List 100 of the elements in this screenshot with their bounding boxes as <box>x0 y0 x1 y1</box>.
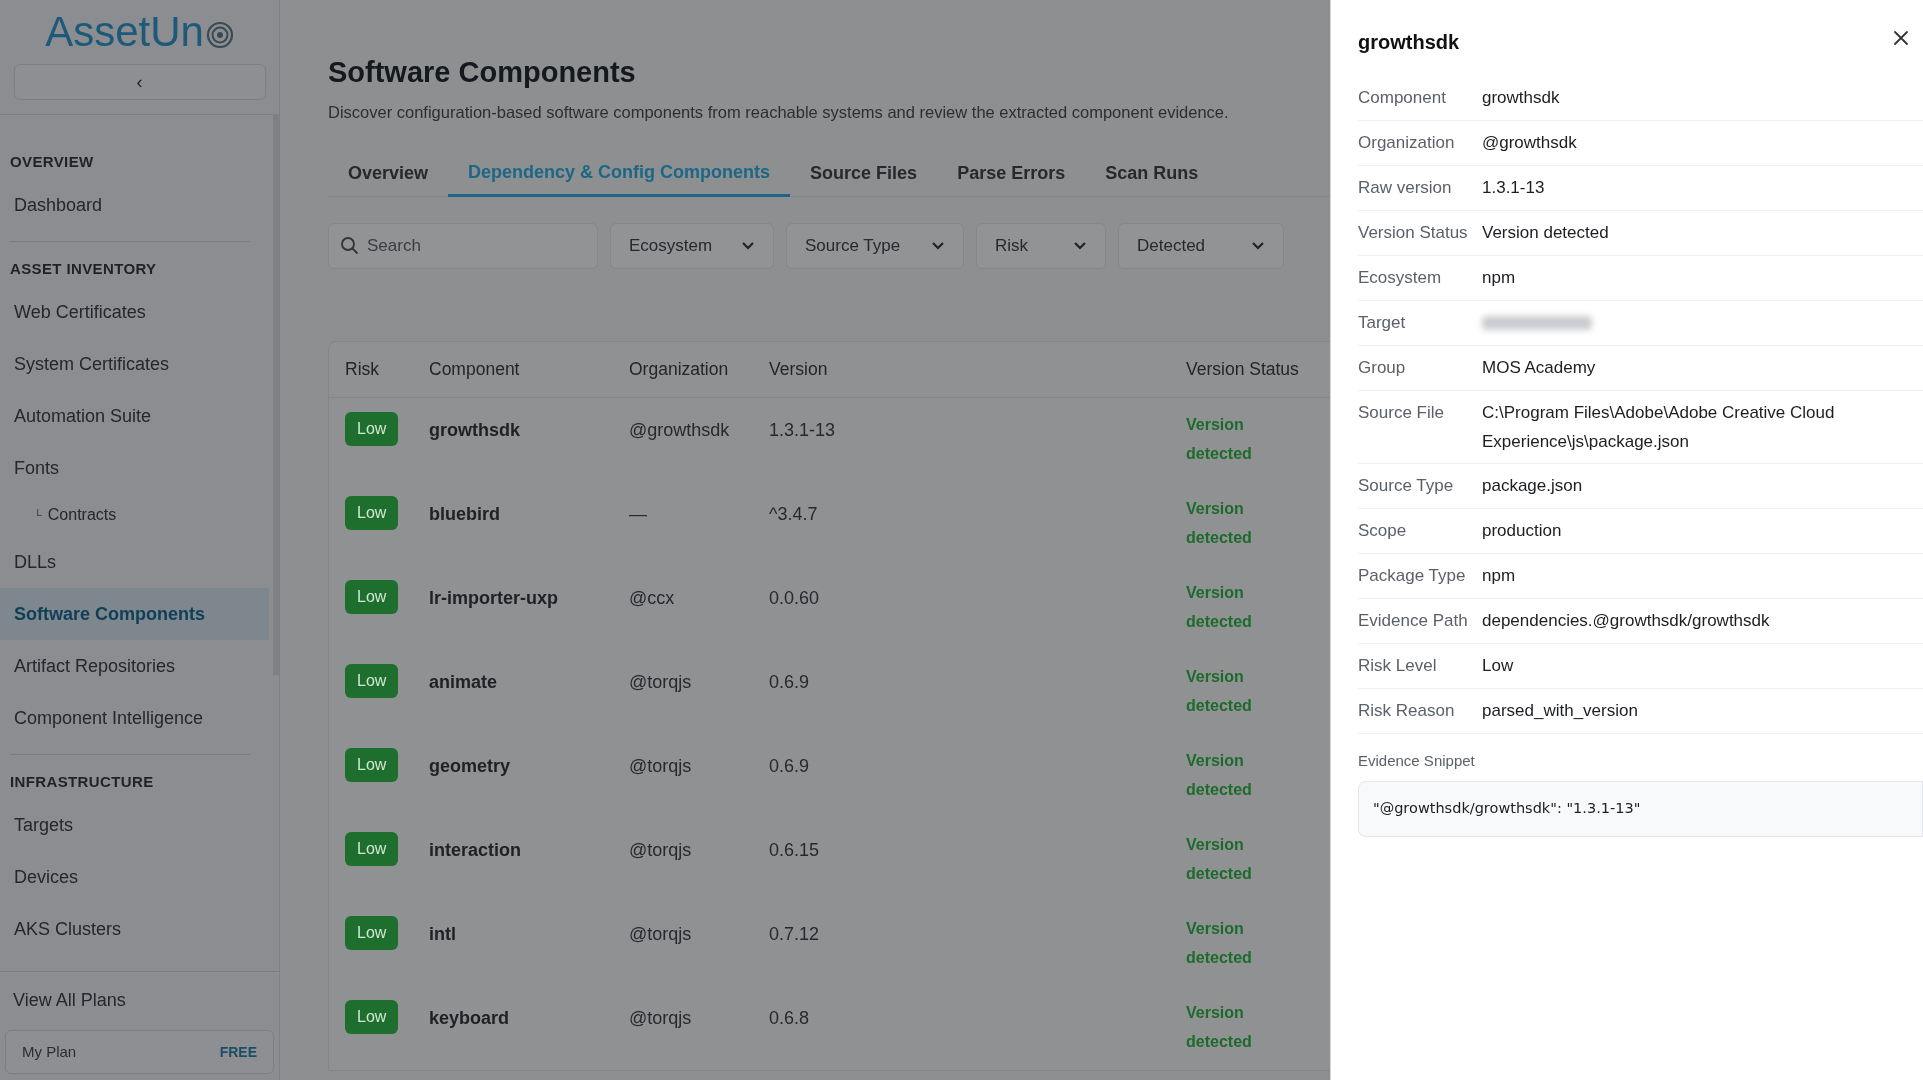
table-cell-text: 0.7.12 <box>769 922 820 946</box>
page-subtitle: Discover configuration-based software components from reachable systems and review the extracted component evidence. <box>328 102 1230 123</box>
field-value: 1.3.1-13 <box>1482 177 1546 199</box>
risk-badge: Low <box>345 915 399 950</box>
field-value: npm <box>1482 267 1517 289</box>
logo-text: AssetUn <box>45 8 204 56</box>
sidebar-item[interactable]: Artifact Repositories <box>0 640 269 692</box>
field-value: parsed_with_version <box>1482 700 1639 722</box>
field-label: Package Type <box>1358 565 1467 587</box>
risk-badge: Low <box>345 999 399 1034</box>
risk-badge: Low <box>345 495 399 530</box>
field-label: Group <box>1358 357 1407 379</box>
plans-link[interactable]: View All Plans <box>5 978 274 1022</box>
field-label: Evidence Path <box>1358 610 1469 632</box>
sidebar-item[interactable]: DLLs <box>0 536 269 588</box>
table-cell-text: 0.6.15 <box>769 838 820 862</box>
search-icon <box>340 235 358 254</box>
sidebar-item[interactable]: Contracts <box>47 503 117 527</box>
risk-badge: Low <box>345 663 399 698</box>
table-cell-text: 0.6.9 <box>769 754 810 778</box>
table-cell-text: 1.3.1-13 <box>769 418 836 442</box>
table-cell-text: interaction <box>429 838 521 862</box>
table-cell-text: @growthsdk <box>629 418 730 442</box>
section-heading: ASSET INVENTORY <box>9 258 158 279</box>
field-value: Low <box>1482 655 1515 677</box>
field-label: Organization <box>1358 132 1456 154</box>
section-heading: OVERVIEW <box>9 151 95 172</box>
sidebar-item[interactable]: Automation Suite <box>0 390 269 442</box>
field-value: growthsdk <box>1482 87 1561 109</box>
field-label: Source Type <box>1358 475 1455 497</box>
table-cell-text: 0.0.60 <box>769 586 820 610</box>
column-header: Organization <box>629 358 730 382</box>
plan-label: My Plan <box>22 1041 77 1062</box>
drawer-title: growthsdk <box>1358 30 1460 55</box>
section-heading: INFRASTRUCTURE <box>9 771 155 792</box>
column-header: Component <box>429 358 521 382</box>
tab[interactable]: Parse Errors <box>937 150 1086 197</box>
sidebar-item[interactable]: Software Components <box>0 588 269 640</box>
sidebar-item[interactable]: Web Certificates <box>0 286 269 338</box>
status-text: Version detected <box>1186 666 1253 716</box>
field-label: Source File <box>1358 402 1445 424</box>
field-label: Component <box>1358 87 1447 109</box>
search-field[interactable]: Search <box>328 222 598 269</box>
sidebar-item[interactable]: Fonts <box>0 442 269 494</box>
table-cell-text: @torqjs <box>629 670 692 694</box>
tab[interactable]: Overview <box>328 150 449 197</box>
field-value: C:\Program Files\Adobe\Adobe Creative Cloud Experience\js\package.json <box>1482 402 1836 453</box>
field-label: Ecosystem <box>1358 267 1443 289</box>
code-snippet: "@growthsdk/growthsdk": "1.3.1-13" <box>1358 780 1923 837</box>
tab[interactable]: Scan Runs <box>1085 150 1219 197</box>
field-value: production <box>1482 520 1563 542</box>
field-value: Version detected <box>1482 222 1610 244</box>
filter-dropdown[interactable]: Source Type <box>786 222 964 269</box>
filter-dropdown[interactable]: Risk <box>976 222 1106 269</box>
snippet-label: Evidence Snippet <box>1358 751 1476 771</box>
collapse-button[interactable]: ‹ <box>13 64 266 100</box>
tab[interactable]: Source Files <box>790 150 938 197</box>
field-value: @growthsdk <box>1482 132 1578 154</box>
page-title: Software Components <box>328 55 637 90</box>
field-label: Risk Level <box>1358 655 1438 677</box>
status-text: Version detected <box>1186 1002 1253 1052</box>
table-cell-text: @torqjs <box>629 754 692 778</box>
risk-badge: Low <box>345 831 399 866</box>
risk-badge: Low <box>345 747 399 782</box>
table-cell-text: bluebird <box>429 502 500 526</box>
status-text: Version detected <box>1186 582 1253 632</box>
logo-icon <box>205 21 234 49</box>
table-cell-text: @torqjs <box>629 838 692 862</box>
sidebar-item[interactable]: Component Intelligence <box>0 692 269 744</box>
status-text: Version detected <box>1186 750 1253 800</box>
close-icon <box>1892 29 1910 47</box>
sidebar-item[interactable]: System Certificates <box>0 338 269 390</box>
table-cell-text: @torqjs <box>629 922 692 946</box>
table-cell-text: @torqjs <box>629 1006 692 1030</box>
field-value: MOS Academy <box>1482 357 1597 379</box>
filter-dropdown[interactable]: Detected <box>1118 222 1284 269</box>
table-cell-text: 0.6.8 <box>769 1006 810 1030</box>
risk-badge: Low <box>345 411 399 446</box>
field-label: Risk Reason <box>1358 700 1456 722</box>
column-header: Version <box>769 358 829 382</box>
sidebar-item[interactable]: Devices <box>0 851 269 903</box>
sidebar-item[interactable]: AKS Clusters <box>0 903 269 955</box>
table-cell-text: geometry <box>429 754 511 778</box>
table-cell-text: keyboard <box>429 1006 510 1030</box>
sidebar-item[interactable]: Dashboard <box>0 179 269 231</box>
table-cell-text: — <box>629 502 647 526</box>
sidebar-item[interactable]: Targets <box>0 799 269 851</box>
field-label: Scope <box>1358 520 1408 542</box>
status-text: Version detected <box>1186 414 1253 464</box>
column-header: Version Status <box>1186 358 1300 382</box>
field-label: Version Status <box>1358 222 1469 244</box>
column-header: Risk <box>345 358 381 382</box>
field-value: dependencies.@growthsdk/growthsdk <box>1482 610 1771 632</box>
tree-branch-icon: └ <box>34 506 42 524</box>
table-cell-text: lr-importer-uxp <box>429 586 558 610</box>
table-cell-text: intl <box>429 922 456 946</box>
filter-dropdown[interactable]: Ecosystem <box>610 222 774 269</box>
field-value: npm <box>1482 565 1517 587</box>
table-cell-text: growthsdk <box>429 418 520 442</box>
table-cell-text: animate <box>429 670 498 694</box>
